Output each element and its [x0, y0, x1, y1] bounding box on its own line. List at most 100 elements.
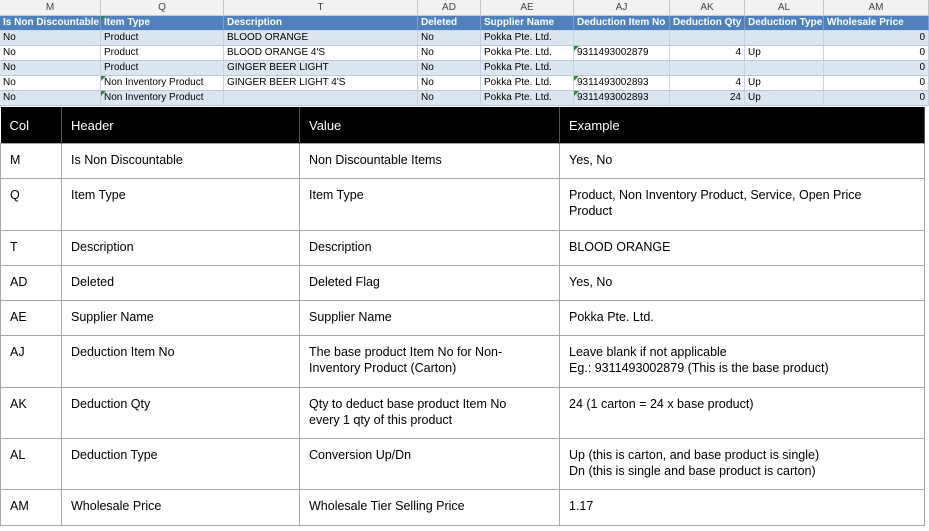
reference-example: Up (this is carton, and base product is …: [559, 438, 925, 490]
sheet-header-cell[interactable]: Description: [224, 16, 418, 31]
reference-col: AE: [0, 300, 62, 336]
sheet-cell[interactable]: BLOOD ORANGE 4'S: [224, 46, 418, 61]
sheet-header-cell[interactable]: Deduction Type: [745, 16, 824, 31]
sheet-cell[interactable]: No: [418, 61, 481, 76]
sheet-cell[interactable]: [745, 61, 824, 76]
sheet-cell[interactable]: 0: [824, 91, 929, 106]
sheet-header-row: Is Non Discountable Item Type Descriptio…: [0, 16, 929, 31]
column-letter[interactable]: AM: [824, 0, 929, 16]
sheet-cell[interactable]: 9311493002893: [574, 76, 670, 91]
sheet-cell[interactable]: Pokka Pte. Ltd.: [481, 46, 574, 61]
sheet-cell[interactable]: Pokka Pte. Ltd.: [481, 61, 574, 76]
reference-example: Leave blank if not applicable Eg.: 93114…: [559, 335, 925, 388]
reference-example: Yes, No: [559, 143, 925, 179]
reference-row: AD Deleted Deleted Flag Yes, No: [0, 265, 925, 301]
example-line: Yes, No: [569, 275, 613, 289]
reference-row: Q Item Type Item Type Product, Non Inven…: [0, 178, 925, 231]
reference-row: AL Deduction Type Conversion Up/Dn Up (t…: [0, 438, 925, 490]
sheet-cell[interactable]: No: [418, 91, 481, 106]
example-line: Eg.: 9311493002879 (This is the base pro…: [569, 361, 829, 375]
column-letter[interactable]: AE: [481, 0, 574, 16]
sheet-cell[interactable]: Pokka Pte. Ltd.: [481, 91, 574, 106]
sheet-cell[interactable]: Pokka Pte. Ltd.: [481, 31, 574, 46]
sheet-cell[interactable]: [574, 31, 670, 46]
sheet-cell[interactable]: No: [0, 46, 101, 61]
reference-value: Supplier Name: [299, 300, 560, 336]
sheet-cell[interactable]: GINGER BEER LIGHT: [224, 61, 418, 76]
column-letter[interactable]: AJ: [574, 0, 670, 16]
sheet-cell[interactable]: Up: [745, 76, 824, 91]
sheet-cell[interactable]: 4: [670, 46, 745, 61]
reference-value: Qty to deduct base product Item No every…: [299, 387, 560, 439]
sheet-header-cell[interactable]: Wholesale Price: [824, 16, 929, 31]
sheet-header-cell[interactable]: Deleted: [418, 16, 481, 31]
column-letter[interactable]: Q: [101, 0, 224, 16]
sheet-header-cell[interactable]: Supplier Name: [481, 16, 574, 31]
sheet-cell[interactable]: [670, 61, 745, 76]
sheet-cell[interactable]: Up: [745, 91, 824, 106]
sheet-cell[interactable]: Up: [745, 46, 824, 61]
sheet-cell[interactable]: Product: [101, 46, 224, 61]
example-line: Leave blank if not applicable: [569, 345, 727, 359]
example-line: Up (this is carton, and base product is …: [569, 448, 820, 462]
example-line: Product, Non Inventory Product, Service,…: [569, 188, 862, 202]
sheet-cell[interactable]: No: [0, 76, 101, 91]
sheet-cell[interactable]: [670, 31, 745, 46]
reference-example: BLOOD ORANGE: [559, 230, 925, 266]
reference-row: AE Supplier Name Supplier Name Pokka Pte…: [0, 300, 925, 336]
example-line: Product: [569, 204, 613, 218]
sheet-cell[interactable]: GINGER BEER LIGHT 4'S: [224, 76, 418, 91]
sheet-cell[interactable]: [745, 31, 824, 46]
sheet-cell[interactable]: 24: [670, 91, 745, 106]
column-letter[interactable]: AL: [745, 0, 824, 16]
column-letter[interactable]: AD: [418, 0, 481, 16]
sheet-cell[interactable]: 4: [670, 76, 745, 91]
sheet-cell[interactable]: [574, 61, 670, 76]
reference-example: Product, Non Inventory Product, Service,…: [559, 178, 925, 231]
column-letter[interactable]: T: [224, 0, 418, 16]
sheet-cell[interactable]: No: [418, 31, 481, 46]
column-letter[interactable]: M: [0, 0, 101, 16]
sheet-cell[interactable]: 0: [824, 31, 929, 46]
sheet-cell[interactable]: 9311493002893: [574, 91, 670, 106]
sheet-cell[interactable]: 0: [824, 76, 929, 91]
reference-col: AK: [0, 387, 62, 439]
sheet-cell[interactable]: 9311493002879: [574, 46, 670, 61]
reference-value: Non Discountable Items: [299, 143, 560, 179]
value-line: Conversion Up/Dn: [309, 448, 412, 462]
sheet-cell[interactable]: Pokka Pte. Ltd.: [481, 76, 574, 91]
reference-col: AL: [0, 438, 62, 490]
reference-example: 1.17: [559, 489, 925, 526]
sheet-header-cell[interactable]: Is Non Discountable: [0, 16, 101, 31]
spreadsheet-excerpt: M Q T AD AE AJ AK AL AM Is Non Discounta…: [0, 0, 929, 107]
reference-header-row: Col Header Value Example: [0, 107, 925, 144]
reference-header-header: Header: [61, 107, 300, 144]
sheet-cell[interactable]: BLOOD ORANGE: [224, 31, 418, 46]
sheet-cell[interactable]: 0: [824, 61, 929, 76]
column-reference-table: Col Header Value Example M Is Non Discou…: [0, 107, 925, 526]
reference-example: Pokka Pte. Ltd.: [559, 300, 925, 336]
sheet-cell[interactable]: No: [418, 76, 481, 91]
sheet-cell[interactable]: [224, 91, 418, 106]
example-line: Pokka Pte. Ltd.: [569, 310, 654, 324]
sheet-cell[interactable]: Non Inventory Product: [101, 76, 224, 91]
sheet-header-cell[interactable]: Item Type: [101, 16, 224, 31]
sheet-row: No Non Inventory Product No Pokka Pte. L…: [0, 91, 929, 106]
sheet-cell[interactable]: Non Inventory Product: [101, 91, 224, 106]
sheet-cell[interactable]: No: [0, 61, 101, 76]
reference-header: Deduction Qty: [61, 387, 300, 439]
sheet-cell[interactable]: Product: [101, 31, 224, 46]
sheet-cell[interactable]: No: [0, 91, 101, 106]
example-line: BLOOD ORANGE: [569, 240, 671, 254]
column-letter[interactable]: AK: [670, 0, 745, 16]
reference-example: Yes, No: [559, 265, 925, 301]
reference-header-col: Col: [0, 107, 62, 144]
sheet-cell[interactable]: Product: [101, 61, 224, 76]
sheet-cell[interactable]: No: [418, 46, 481, 61]
reference-row: AJ Deduction Item No The base product It…: [0, 335, 925, 388]
sheet-header-cell[interactable]: Deduction Qty: [670, 16, 745, 31]
sheet-cell[interactable]: 0: [824, 46, 929, 61]
sheet-header-cell[interactable]: Deduction Item No: [574, 16, 670, 31]
value-line: every 1 qty of this product: [309, 413, 453, 427]
sheet-cell[interactable]: No: [0, 31, 101, 46]
